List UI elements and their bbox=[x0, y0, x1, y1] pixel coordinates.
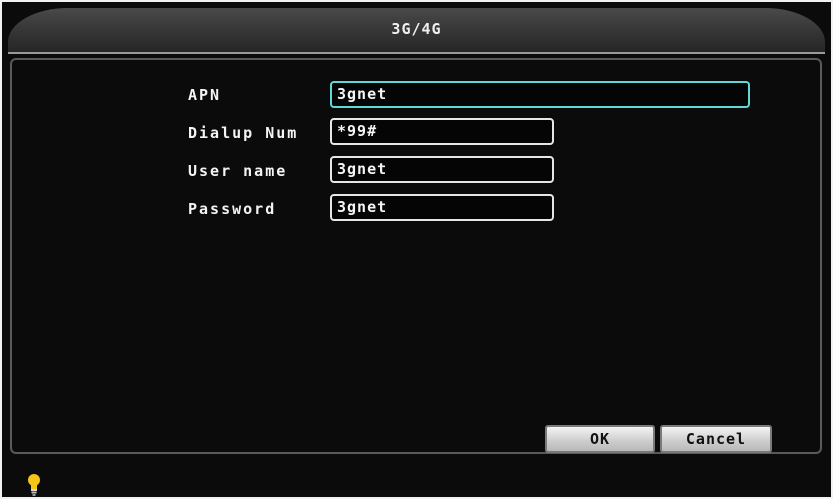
dialup-num-label: Dialup Num bbox=[188, 124, 299, 142]
ok-button[interactable]: OK bbox=[545, 425, 655, 453]
password-label: Password bbox=[188, 200, 277, 218]
window-title: 3G/4G bbox=[391, 20, 442, 38]
apn-field[interactable]: 3gnet bbox=[330, 81, 750, 108]
password-field[interactable]: 3gnet bbox=[330, 194, 554, 221]
dvr-screen: 3G/4G APN 3gnet Dialup Num *99# User nam… bbox=[0, 0, 833, 499]
apn-label: APN bbox=[188, 86, 222, 104]
user-name-field[interactable]: 3gnet bbox=[330, 156, 554, 183]
user-name-label: User name bbox=[188, 162, 288, 180]
cancel-button[interactable]: Cancel bbox=[660, 425, 772, 453]
title-bar: 3G/4G bbox=[8, 8, 825, 54]
lightbulb-icon bbox=[28, 474, 40, 496]
dialup-num-field[interactable]: *99# bbox=[330, 118, 554, 145]
